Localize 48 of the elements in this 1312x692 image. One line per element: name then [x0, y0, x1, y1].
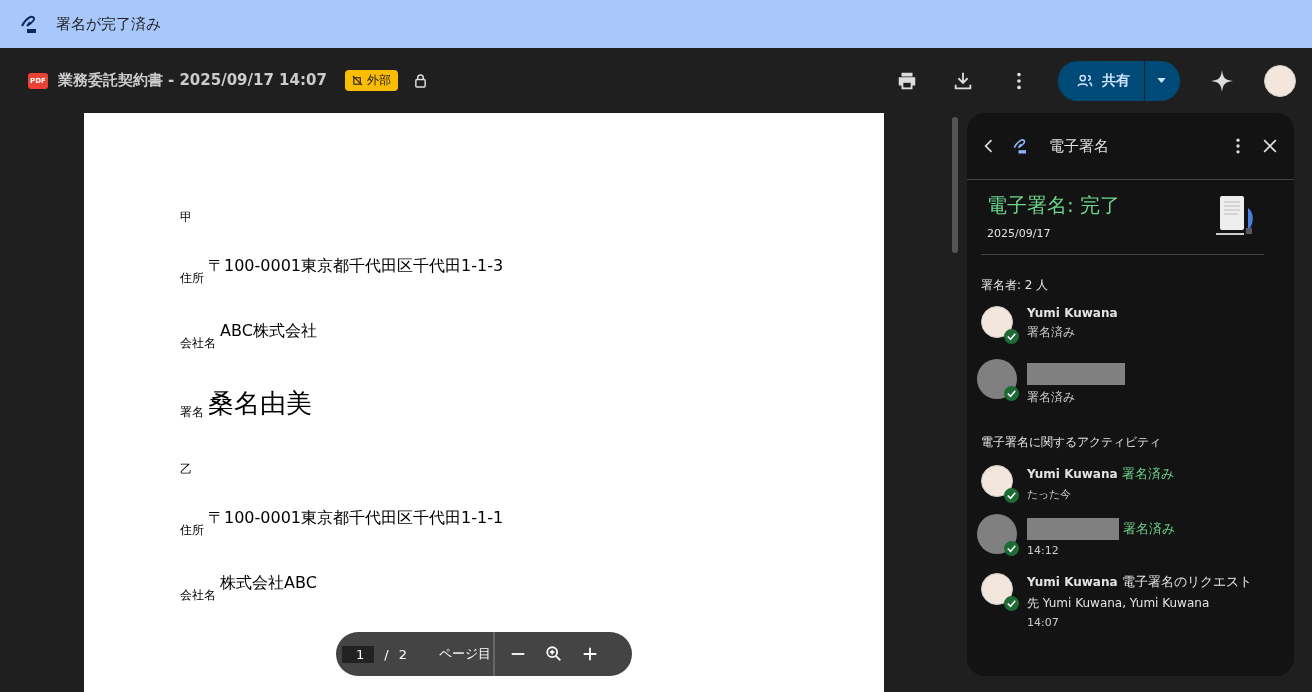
- activity-time: 14:12: [1027, 544, 1060, 557]
- status-date: 2025/09/17: [987, 227, 1052, 240]
- field-label: 会社名: [180, 587, 216, 604]
- document-title: 業務委託契約書 - 2025/09/17 14:07: [57, 71, 327, 90]
- scrollbar[interactable]: [952, 117, 958, 253]
- party-heading: 乙: [180, 461, 193, 478]
- field-label: 住所: [180, 270, 204, 287]
- signer-status: 署名済み: [1027, 389, 1076, 406]
- account-avatar[interactable]: [1264, 64, 1296, 97]
- check-icon: [1004, 488, 1019, 503]
- building-off-icon: [351, 75, 363, 86]
- field-value: 〒100-0001東京都千代田区千代田1-1-3: [208, 256, 504, 277]
- page-label: ページ目: [438, 645, 491, 663]
- banner-title: 署名が完了済み: [56, 14, 161, 34]
- signers-heading: 署名者: 2 人: [981, 277, 1050, 294]
- activity-heading: 電子署名に関するアクティビティ: [981, 434, 1162, 451]
- field-value: 〒100-0001東京都千代田区千代田1-1-1: [208, 508, 504, 529]
- signer-status: 署名済み: [1027, 324, 1076, 341]
- badge-label: 外部: [366, 72, 391, 89]
- signature-text: 桑名由美: [208, 387, 312, 420]
- activity-action: 電子署名のリクエスト: [1121, 573, 1252, 591]
- caret-icon: [1157, 78, 1166, 83]
- share-button[interactable]: 共有: [1058, 60, 1145, 101]
- signer-name: Yumi Kuwana: [1027, 306, 1118, 320]
- check-icon: [1004, 596, 1019, 611]
- activity-detail: 先 Yumi Kuwana, Yumi Kuwana: [1027, 595, 1211, 612]
- page-separator: /: [384, 646, 389, 662]
- field-value: ABC株式会社: [220, 321, 317, 342]
- panel-title: 電子署名: [1049, 136, 1109, 156]
- page-number-field[interactable]: 1: [342, 645, 375, 663]
- check-icon: [1004, 329, 1019, 344]
- check-icon: [1004, 386, 1019, 401]
- page-total: 2: [398, 646, 407, 662]
- activity-user: Yumi Kuwana: [1027, 467, 1118, 481]
- field-label: 住所: [180, 522, 204, 539]
- check-icon: [1004, 541, 1019, 556]
- field-label: 署名: [180, 404, 204, 421]
- activity-action: 署名済み: [1123, 520, 1175, 538]
- lock-icon: [413, 73, 427, 88]
- zoom-icon[interactable]: [544, 645, 563, 663]
- field-value: 株式会社ABC: [220, 573, 317, 594]
- activity-time: 14:07: [1027, 616, 1060, 629]
- field-label: 会社名: [180, 335, 216, 352]
- party-heading: 甲: [180, 209, 193, 226]
- activity-action: 署名済み: [1121, 465, 1174, 483]
- status-title: 電子署名: 完了: [987, 192, 1122, 219]
- activity-user: Yumi Kuwana: [1027, 575, 1118, 589]
- activity-time: たった今: [1027, 487, 1072, 502]
